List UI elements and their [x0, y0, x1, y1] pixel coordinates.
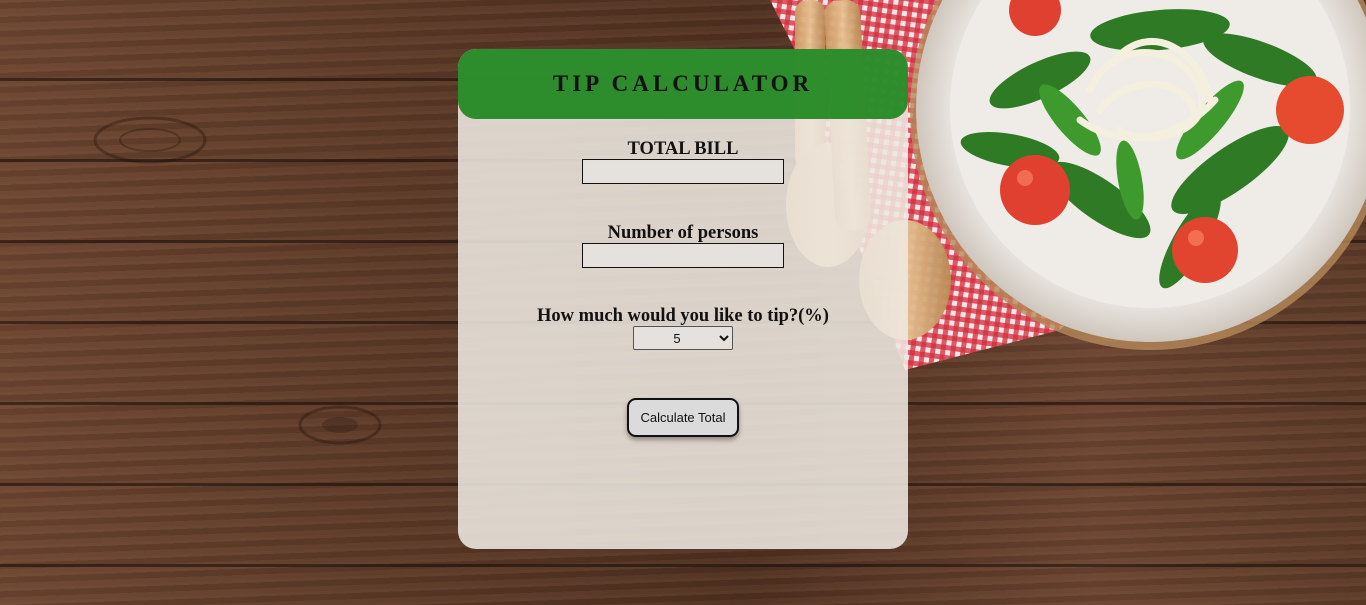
- total-bill-group: TOTAL BILL: [458, 139, 908, 184]
- card-header: TIP CALCULATOR: [458, 49, 908, 119]
- number-of-persons-label: Number of persons: [607, 223, 759, 243]
- tip-calculator-card: TIP CALCULATOR TOTAL BILL Number of pers…: [458, 49, 908, 549]
- page-title: TIP CALCULATOR: [552, 71, 814, 96]
- total-bill-input[interactable]: [582, 159, 784, 184]
- tip-percent-select[interactable]: 5: [633, 326, 733, 350]
- tip-percent-group: How much would you like to tip?(%) 5: [458, 306, 908, 350]
- calculate-total-button[interactable]: Calculate Total: [627, 398, 739, 437]
- tip-percent-label: How much would you like to tip?(%): [537, 306, 829, 326]
- total-bill-label: TOTAL BILL: [627, 139, 739, 159]
- number-of-persons-input[interactable]: [582, 243, 784, 268]
- number-of-persons-group: Number of persons: [458, 223, 908, 268]
